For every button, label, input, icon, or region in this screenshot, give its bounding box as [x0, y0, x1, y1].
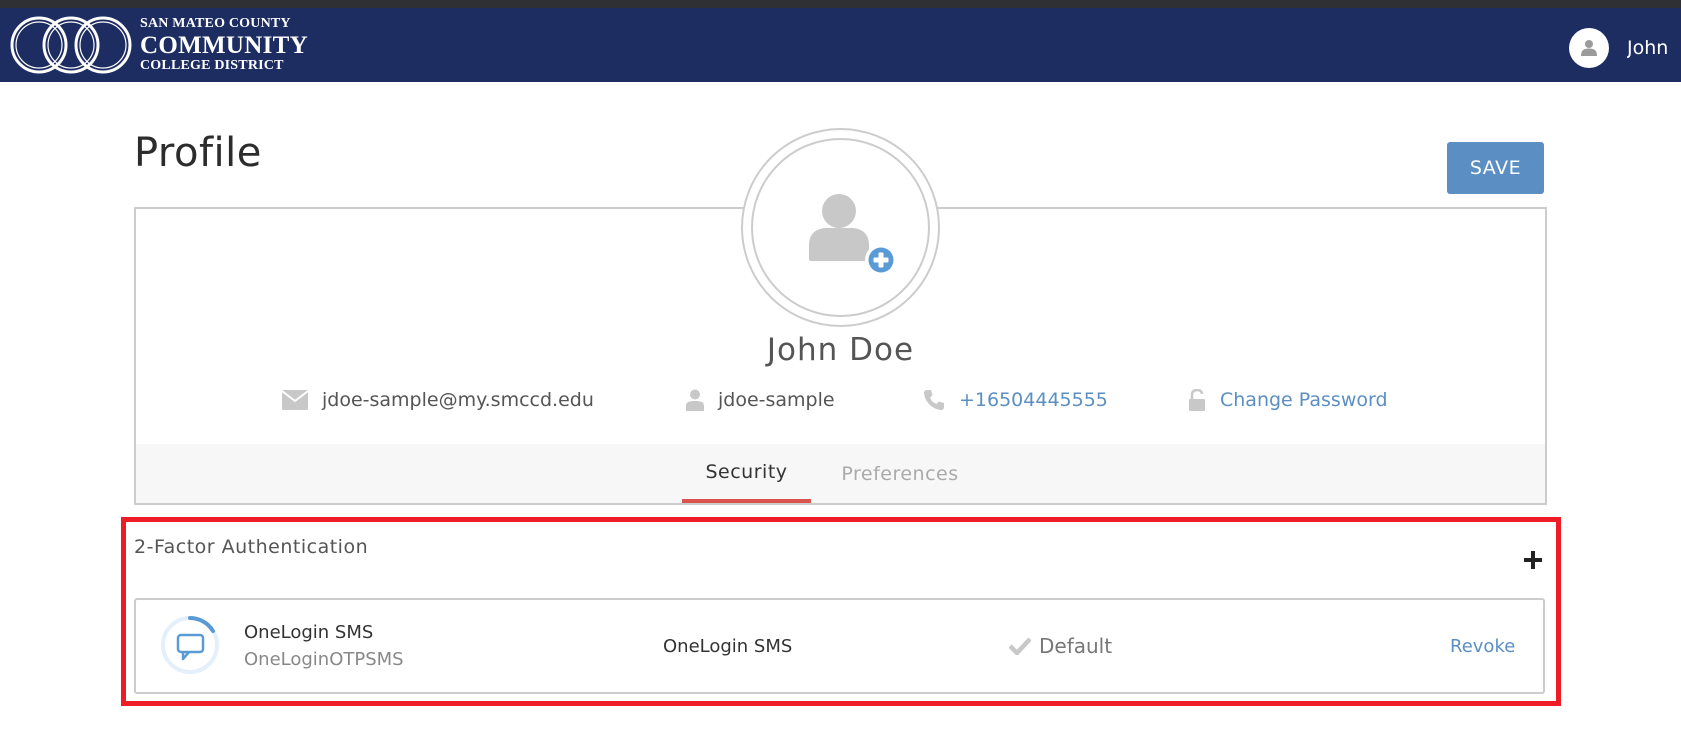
- browser-top-strip: [0, 0, 1681, 8]
- factor-name: OneLogin SMS: [244, 622, 374, 643]
- phone-link[interactable]: +16504445555: [959, 389, 1108, 411]
- factor-subtitle: OneLoginOTPSMS: [244, 649, 404, 670]
- top-header: SAN MATEO COUNTY COMMUNITY COLLEGE DISTR…: [0, 8, 1681, 82]
- user-avatar-icon: [1581, 40, 1597, 56]
- user-icon: [686, 389, 704, 411]
- two-factor-title: 2-Factor Authentication: [134, 536, 369, 558]
- unlock-icon: [1188, 389, 1206, 411]
- default-badge: Default: [1009, 634, 1112, 658]
- email-item: jdoe-sample@my.smccd.edu: [282, 389, 594, 411]
- checkmark-icon: [1009, 637, 1031, 655]
- change-password-item[interactable]: Change Password: [1188, 389, 1388, 411]
- district-logo[interactable]: SAN MATEO COUNTY COMMUNITY COLLEGE DISTR…: [8, 14, 308, 76]
- default-label: Default: [1039, 634, 1113, 658]
- tab-security[interactable]: Security: [682, 444, 811, 503]
- add-photo-button[interactable]: [865, 244, 897, 276]
- user-silhouette-icon: [808, 193, 869, 261]
- logo-line-1: SAN MATEO COUNTY: [140, 16, 291, 31]
- save-button[interactable]: SAVE: [1447, 142, 1544, 194]
- factor-row: OneLogin SMS OneLoginOTPSMS OneLogin SMS…: [134, 598, 1545, 694]
- factor-icon: [160, 615, 220, 675]
- change-password-link[interactable]: Change Password: [1220, 389, 1388, 411]
- phone-item[interactable]: +16504445555: [923, 389, 1108, 411]
- plus-icon: [1524, 551, 1542, 569]
- username-item: jdoe-sample: [686, 389, 835, 411]
- chat-bubble-icon: [161, 616, 219, 674]
- logo-line-3: COLLEGE DISTRICT: [140, 58, 284, 73]
- page-title: Profile: [134, 130, 262, 176]
- username-text: jdoe-sample: [718, 389, 835, 411]
- phone-icon: [923, 389, 945, 411]
- tab-preferences[interactable]: Preferences: [836, 444, 964, 503]
- email-text: jdoe-sample@my.smccd.edu: [322, 389, 594, 411]
- profile-tabs: Security Preferences: [136, 444, 1545, 503]
- rings-logo-icon: [10, 16, 132, 74]
- avatar-inner-ring: [751, 138, 930, 317]
- logo-line-2: COMMUNITY: [140, 32, 308, 59]
- profile-full-name: John Doe: [766, 332, 915, 368]
- add-factor-button[interactable]: [1521, 548, 1545, 572]
- revoke-link[interactable]: Revoke: [1450, 636, 1515, 657]
- user-name[interactable]: John: [1627, 37, 1681, 59]
- profile-info-row: jdoe-sample@my.smccd.edu jdoe-sample +16…: [0, 389, 1681, 417]
- envelope-icon: [282, 390, 308, 410]
- logo-text: SAN MATEO COUNTY COMMUNITY COLLEGE DISTR…: [140, 17, 308, 73]
- user-menu[interactable]: John: [1569, 28, 1681, 68]
- avatar-upload[interactable]: [741, 128, 940, 327]
- user-avatar[interactable]: [1569, 28, 1609, 68]
- user-add-icon: [868, 247, 894, 273]
- factor-type: OneLogin SMS: [663, 636, 793, 657]
